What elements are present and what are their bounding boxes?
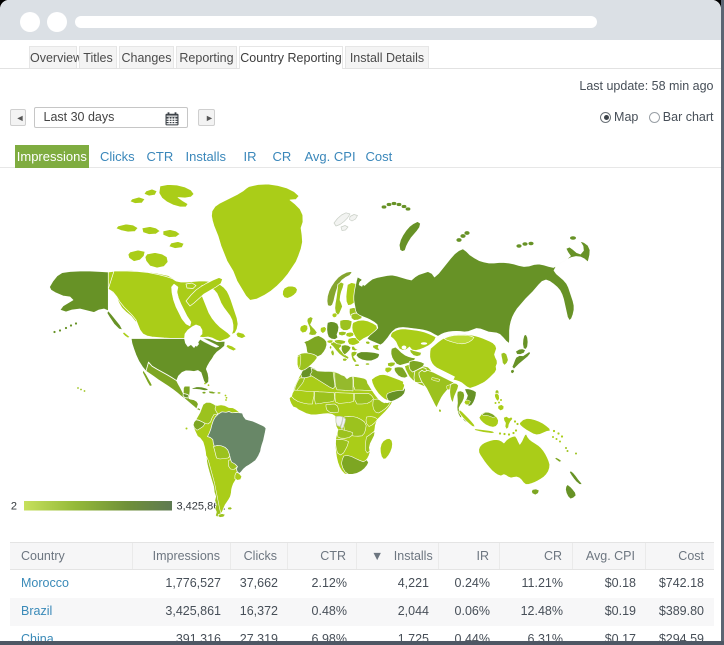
svg-text:2: 2	[11, 501, 17, 513]
